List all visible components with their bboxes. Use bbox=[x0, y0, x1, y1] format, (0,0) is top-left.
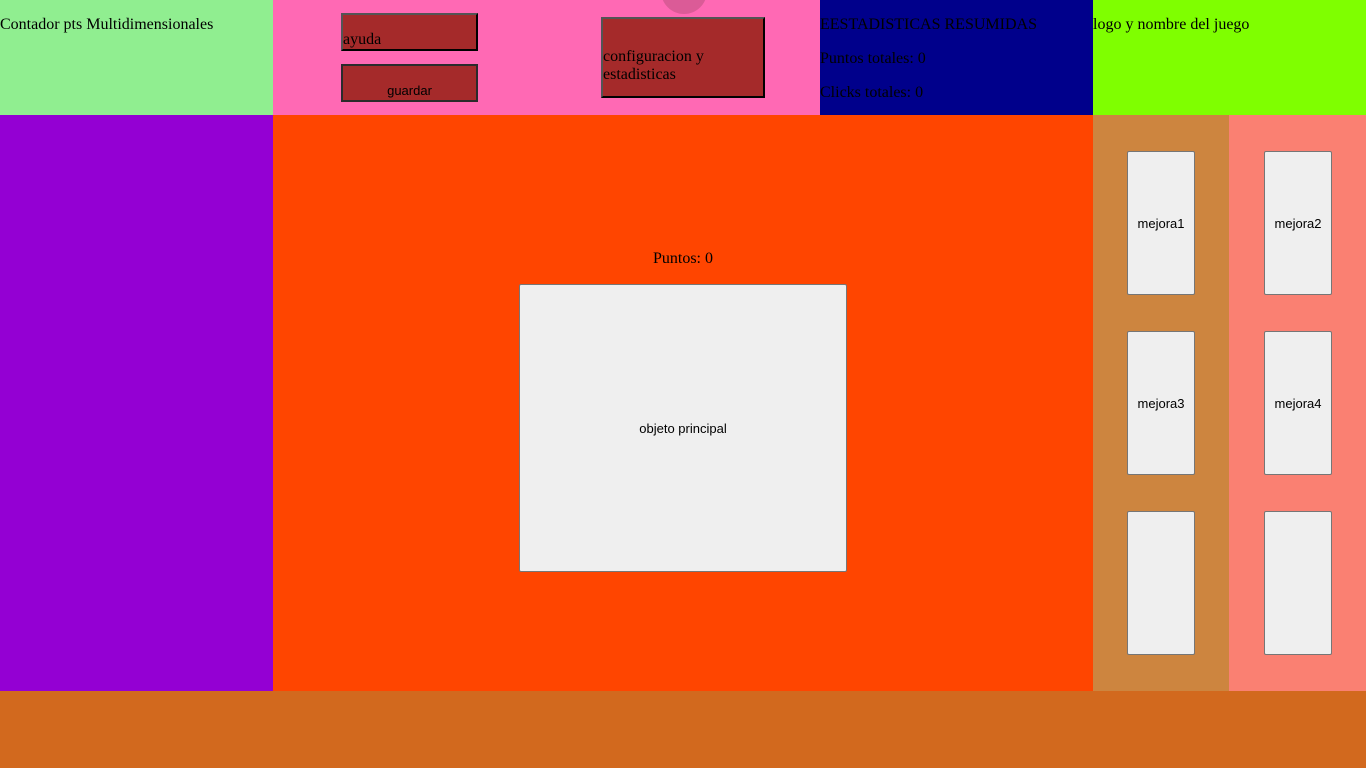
main-game-area: Puntos: 0 objeto principal bbox=[273, 115, 1093, 691]
logo-text: logo y nombre del juego bbox=[1093, 16, 1250, 33]
logo-panel: logo y nombre del juego bbox=[1093, 0, 1366, 115]
points-counter-panel: Contador pts Multidimensionales bbox=[0, 0, 273, 115]
counter-title: Contador pts Multidimensionales bbox=[0, 16, 214, 33]
save-button[interactable]: guardar bbox=[341, 64, 478, 102]
bottom-panel bbox=[0, 691, 1366, 768]
config-stats-label-line2: estadisticas bbox=[603, 65, 676, 83]
upgrades-column-left: mejora1 mejora3 bbox=[1093, 115, 1229, 691]
upgrades-column-right: mejora2 mejora4 bbox=[1229, 115, 1366, 691]
stats-title: EESTADISTICAS RESUMIDAS bbox=[820, 16, 1037, 33]
summary-stats-panel: EESTADISTICAS RESUMIDAS Puntos totales: … bbox=[820, 0, 1093, 115]
upgrade-6-button[interactable] bbox=[1264, 511, 1332, 655]
upgrade-1-button[interactable]: mejora1 bbox=[1127, 151, 1195, 295]
upgrade-3-button[interactable]: mejora3 bbox=[1127, 331, 1195, 475]
upgrade-4-button[interactable]: mejora4 bbox=[1264, 331, 1332, 475]
menu-panel: ayuda guardar configuracion y estadistic… bbox=[273, 0, 820, 115]
upgrade-5-button[interactable] bbox=[1127, 511, 1195, 655]
total-points: Puntos totales: 0 bbox=[820, 50, 926, 67]
total-clicks: Clicks totales: 0 bbox=[820, 84, 924, 101]
upgrade-2-button[interactable]: mejora2 bbox=[1264, 151, 1332, 295]
left-sidebar bbox=[0, 115, 273, 691]
config-stats-button[interactable]: configuracion y estadisticas bbox=[601, 17, 765, 98]
help-button[interactable]: ayuda bbox=[341, 13, 478, 51]
main-object-button[interactable]: objeto principal bbox=[519, 284, 847, 572]
points-display: Puntos: 0 bbox=[652, 250, 713, 267]
config-stats-label-line1: configuracion y bbox=[603, 47, 704, 65]
circle-decoration bbox=[661, 0, 707, 14]
